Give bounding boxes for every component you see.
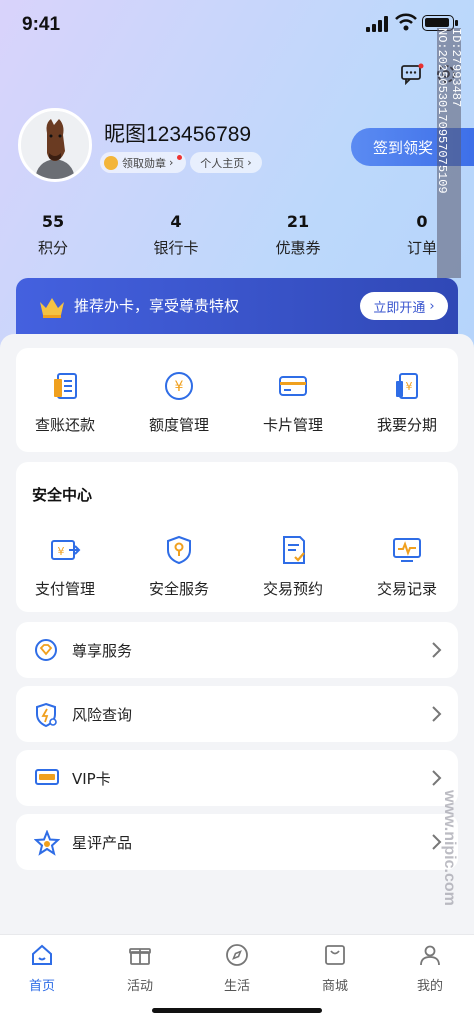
security-item-records[interactable]: 交易记录 <box>352 532 462 599</box>
tab-mall[interactable]: 商城 <box>305 943 365 994</box>
payment-transfer-icon: ¥ <box>51 540 81 560</box>
menu-row-exclusive-service[interactable]: 尊享服务 <box>16 622 458 678</box>
home-indicator <box>152 1008 322 1013</box>
star-icon <box>34 830 60 856</box>
menu-row-label: 尊享服务 <box>72 642 133 660</box>
vip-card-banner[interactable]: 推荐办卡，享受尊贵特权 立即开通 › <box>16 278 458 342</box>
security-item-appointment[interactable]: 交易预约 <box>238 532 348 599</box>
open-now-button[interactable]: 立即开通 › <box>360 292 448 320</box>
installment-icon: ¥ <box>396 373 418 399</box>
security-center-card: 安全中心 ¥ 支付管理 安全服务 交易预约 交易记录 <box>16 462 458 612</box>
bill-icon <box>54 373 77 399</box>
security-item-label: 支付管理 <box>34 580 95 598</box>
stat-bank-cards[interactable]: 4 银行卡 <box>131 212 221 258</box>
open-now-label: 立即开通 <box>373 300 426 316</box>
quick-action-label: 卡片管理 <box>262 416 323 434</box>
quick-actions-card: 查账还款 ¥ 额度管理 卡片管理 ¥ 我要分期 <box>16 348 458 452</box>
watermark-site: www.nipic.com <box>441 790 458 906</box>
tab-label: 生活 <box>223 979 250 994</box>
tab-label: 活动 <box>126 979 153 994</box>
horse-avatar-image <box>21 111 89 179</box>
medal-icon <box>104 155 118 170</box>
signal-icon <box>366 16 388 32</box>
menu-row-label: 星评产品 <box>72 834 133 852</box>
menu-row-star-products[interactable]: 星评产品 <box>16 814 458 870</box>
record-monitor-icon <box>393 538 421 562</box>
vip-banner-text: 推荐办卡，享受尊贵特权 <box>74 297 240 315</box>
checkin-reward-label: 签到领奖 <box>373 138 434 157</box>
quick-action-label: 额度管理 <box>148 416 209 434</box>
stat-coupons[interactable]: 21 优惠券 <box>253 212 343 258</box>
svg-text:¥: ¥ <box>175 379 184 395</box>
stat-points[interactable]: 55 积分 <box>8 212 98 258</box>
chevron-right-icon: › <box>429 298 435 314</box>
tab-label: 我的 <box>416 979 443 994</box>
red-dot-indicator <box>177 155 182 160</box>
personal-homepage-label: 个人主页 <box>200 156 245 170</box>
tab-home[interactable]: 首页 <box>12 943 72 994</box>
menu-row-vip-card[interactable]: VIP卡 <box>16 750 458 806</box>
user-icon <box>420 945 440 966</box>
svg-text:¥: ¥ <box>406 380 413 393</box>
menu-row-label: 风险查询 <box>72 706 133 724</box>
tab-activities[interactable]: 活动 <box>110 943 170 994</box>
quick-action-installment[interactable]: ¥ 我要分期 <box>352 368 462 435</box>
stat-label: 银行卡 <box>153 239 199 257</box>
message-icon[interactable] <box>400 63 424 85</box>
stat-value: 55 <box>41 212 65 231</box>
chevron-right-icon: › <box>247 156 252 169</box>
diamond-icon <box>35 639 57 661</box>
card-icon <box>279 376 307 396</box>
tab-mine[interactable]: 我的 <box>400 943 460 994</box>
status-bar: 9:41 <box>0 0 474 50</box>
avatar[interactable] <box>18 108 92 182</box>
quick-action-card-manage[interactable]: 卡片管理 <box>238 368 348 435</box>
claim-medal-button[interactable]: 领取勋章 › <box>100 152 186 173</box>
security-item-label: 安全服务 <box>148 580 209 598</box>
stat-value: 21 <box>286 212 310 231</box>
security-item-label: 交易记录 <box>376 580 437 598</box>
compass-icon <box>226 944 248 966</box>
stat-label: 积分 <box>37 239 68 257</box>
status-time: 9:41 <box>22 14 61 35</box>
security-item-label: 交易预约 <box>262 580 323 598</box>
home-icon <box>32 944 52 965</box>
security-center-title: 安全中心 <box>32 486 93 504</box>
quick-action-label: 我要分期 <box>376 416 437 434</box>
shield-key-icon <box>167 535 191 565</box>
svg-text:¥: ¥ <box>58 545 65 558</box>
chevron-right-icon <box>432 770 442 786</box>
security-item-service[interactable]: 安全服务 <box>124 532 234 599</box>
watermark-id: ID:27993487 NO:20250530170957075109 <box>435 28 463 278</box>
menu-row-label: VIP卡 <box>72 770 111 788</box>
claim-medal-label: 领取勋章 <box>122 156 166 170</box>
appointment-doc-icon <box>283 536 305 564</box>
quick-action-bill-repay[interactable]: 查账还款 <box>10 368 120 435</box>
chevron-right-icon <box>432 706 442 722</box>
gift-icon <box>129 948 151 965</box>
yen-circle-icon: ¥ <box>165 372 193 400</box>
crown-icon <box>40 298 64 318</box>
wifi-icon <box>395 13 417 31</box>
quick-action-label: 查账还款 <box>34 416 95 434</box>
chevron-right-icon <box>432 642 442 658</box>
stat-label: 优惠券 <box>275 239 321 257</box>
store-icon <box>325 945 345 965</box>
stat-value: 4 <box>170 212 182 231</box>
nickname: 昵图123456789 <box>104 123 252 146</box>
personal-homepage-button[interactable]: 个人主页 › <box>190 152 262 173</box>
quick-action-credit-limit[interactable]: ¥ 额度管理 <box>124 368 234 435</box>
tab-label: 首页 <box>28 979 55 994</box>
chevron-right-icon: › <box>169 156 174 169</box>
vip-card-icon <box>35 769 59 785</box>
security-item-payment[interactable]: ¥ 支付管理 <box>10 532 120 599</box>
tab-label: 商城 <box>321 979 348 994</box>
risk-shield-icon <box>36 702 57 728</box>
menu-row-risk-query[interactable]: 风险查询 <box>16 686 458 742</box>
tab-life[interactable]: 生活 <box>207 943 267 994</box>
